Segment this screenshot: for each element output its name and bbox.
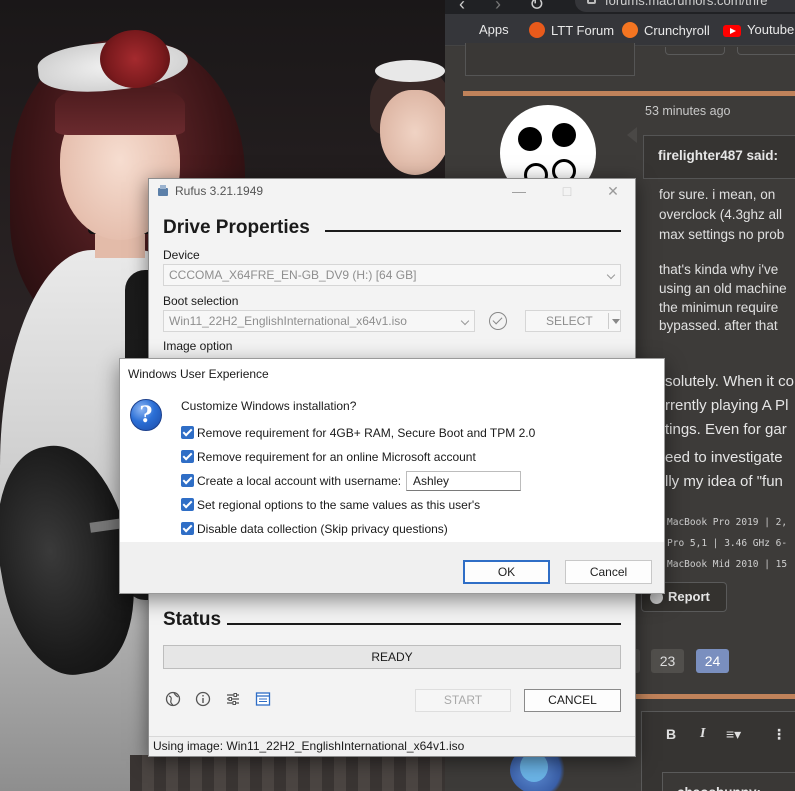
option-disable-data-collection[interactable]: Disable data collection (Skip privacy qu… [181, 522, 448, 536]
quote-line: bypassed. after that [659, 318, 778, 333]
previous-post-footer [465, 43, 635, 76]
signature-line: Pro 5,1 | 3.46 GHz 6- [667, 538, 788, 549]
checkbox-checked-icon[interactable] [181, 450, 194, 463]
quote-line: for sure. i mean, on [659, 187, 776, 202]
browser-toolbar: ‹ › ↻ forums.macrumors.com/thre [445, 0, 795, 14]
reply-line: solutely. When it co [665, 373, 794, 390]
question-icon: ? [130, 399, 162, 431]
apps-grid-icon [459, 23, 473, 37]
pagination-page-24[interactable]: 24 [696, 649, 729, 673]
previous-post-button[interactable] [665, 47, 725, 55]
minimize-button[interactable]: — [499, 181, 539, 201]
start-button[interactable]: START [415, 689, 511, 712]
bookmark-youtube[interactable]: Youtube [723, 22, 794, 37]
windows-user-experience-dialog: Windows User Experience ? Customize Wind… [119, 358, 665, 594]
editor-quote-author: chaosbunny: [662, 772, 795, 791]
status-progress-bar: READY [163, 645, 621, 669]
bookmark-crunchyroll[interactable]: Crunchyroll [622, 22, 710, 38]
cancel-button[interactable]: Cancel [565, 560, 652, 584]
select-button[interactable]: SELECT [525, 310, 621, 332]
forward-arrow-icon[interactable]: › [495, 0, 501, 15]
boot-selection-label: Boot selection [163, 294, 239, 308]
globe-icon[interactable] [165, 691, 181, 707]
drive-properties-heading: Drive Properties [163, 217, 310, 238]
pagination-page-23[interactable]: 23 [651, 649, 684, 673]
reply-line: lly my idea of "fun [665, 473, 783, 490]
boot-selection-dropdown[interactable]: Win11_22H2_EnglishInternational_x64v1.is… [163, 310, 475, 332]
option-remove-online-account[interactable]: Remove requirement for an online Microso… [181, 450, 476, 464]
lock-icon [587, 0, 596, 4]
bg-figure-face [380, 90, 445, 175]
ok-button[interactable]: OK [463, 560, 550, 584]
signature-line: MacBook Pro 2019 | 2, [667, 517, 788, 528]
post-divider [463, 91, 795, 96]
bookmarks-bar: Apps LTT Forum Crunchyroll Youtube [445, 14, 795, 46]
option-remove-hw-requirements[interactable]: Remove requirement for 4GB+ RAM, Secure … [181, 426, 535, 440]
quote-block: firelighter487 said: [643, 135, 795, 179]
section-divider [325, 230, 621, 232]
info-icon[interactable] [195, 691, 211, 707]
ltt-logo-icon [529, 22, 545, 38]
checkbox-checked-icon[interactable] [181, 426, 194, 439]
dialog-body: ? Customize Windows installation? Remove… [120, 387, 664, 542]
bookmark-apps[interactable]: Apps [459, 22, 509, 37]
italic-button[interactable]: I [700, 726, 705, 742]
window-title: Rufus 3.21.1949 [175, 184, 264, 198]
checksum-icon[interactable] [489, 312, 507, 330]
status-heading: Status [163, 609, 222, 630]
settings-sliders-icon[interactable] [225, 691, 241, 707]
quote-line: max settings no prob [659, 227, 785, 242]
cancel-button[interactable]: CANCEL [524, 689, 621, 712]
address-bar-text: forums.macrumors.com/thre [605, 0, 768, 8]
chevron-down-icon [460, 316, 470, 326]
option-create-local-account[interactable]: Create a local account with username: [181, 474, 401, 488]
reply-editor[interactable]: B I ≡▾ ⋮ chaosbunny: [641, 711, 795, 791]
post-timestamp[interactable]: 53 minutes ago [645, 104, 730, 118]
more-options-icon[interactable]: ⋮ [772, 726, 786, 743]
back-arrow-icon[interactable]: ‹ [459, 0, 465, 15]
reload-icon[interactable]: ↻ [529, 0, 544, 15]
signature-line: MacBook Mid 2010 | 15 [667, 559, 788, 570]
maximize-button[interactable]: □ [547, 181, 587, 201]
checkbox-checked-icon[interactable] [181, 474, 194, 487]
quote-author[interactable]: firelighter487 said: [658, 148, 778, 163]
reply-line: eed to investigate [665, 449, 783, 466]
status-line: Using image: Win11_22H2_EnglishInternati… [149, 736, 635, 756]
address-bar[interactable]: forums.macrumors.com/thre [575, 0, 795, 12]
usb-drive-icon [158, 185, 168, 196]
title-bar[interactable]: Rufus 3.21.1949 — □ ✕ [149, 179, 635, 203]
crunchyroll-logo-icon [622, 22, 638, 38]
quote-line: overclock (4.3ghz all [659, 207, 783, 222]
bold-button[interactable]: B [666, 726, 676, 742]
chevron-down-icon [606, 270, 616, 280]
checkbox-checked-icon[interactable] [181, 522, 194, 535]
quote-line: using an old machine [659, 281, 787, 296]
reply-line: tings. Even for gar [665, 421, 787, 438]
device-dropdown[interactable]: CCCOMA_X64FRE_EN-GB_DV9 (H:) [64 GB] [163, 264, 621, 286]
youtube-logo-icon [723, 25, 741, 37]
dialog-heading: Customize Windows installation? [181, 399, 357, 413]
rose-hair-ornament [100, 30, 170, 88]
section-divider [227, 623, 621, 625]
checkbox-checked-icon[interactable] [181, 498, 194, 511]
reply-line: rrently playing A Pl [665, 397, 789, 414]
previous-post-button[interactable] [737, 47, 795, 55]
close-button[interactable]: ✕ [593, 181, 633, 201]
image-option-label: Image option [163, 339, 233, 353]
dropdown-arrow-icon[interactable] [612, 319, 620, 324]
bookmark-ltt-forum[interactable]: LTT Forum [529, 22, 614, 38]
dialog-title: Windows User Experience [128, 367, 269, 381]
dialog-title-bar[interactable]: Windows User Experience [120, 359, 664, 387]
option-regional-settings[interactable]: Set regional options to the same values … [181, 498, 480, 512]
quote-line: that's kinda why i've [659, 262, 779, 277]
log-icon[interactable] [255, 691, 271, 707]
username-input[interactable]: Ashley [406, 471, 521, 491]
device-label: Device [163, 248, 200, 262]
align-menu-icon[interactable]: ≡▾ [726, 726, 741, 743]
quote-line: the minimun require [659, 300, 779, 315]
